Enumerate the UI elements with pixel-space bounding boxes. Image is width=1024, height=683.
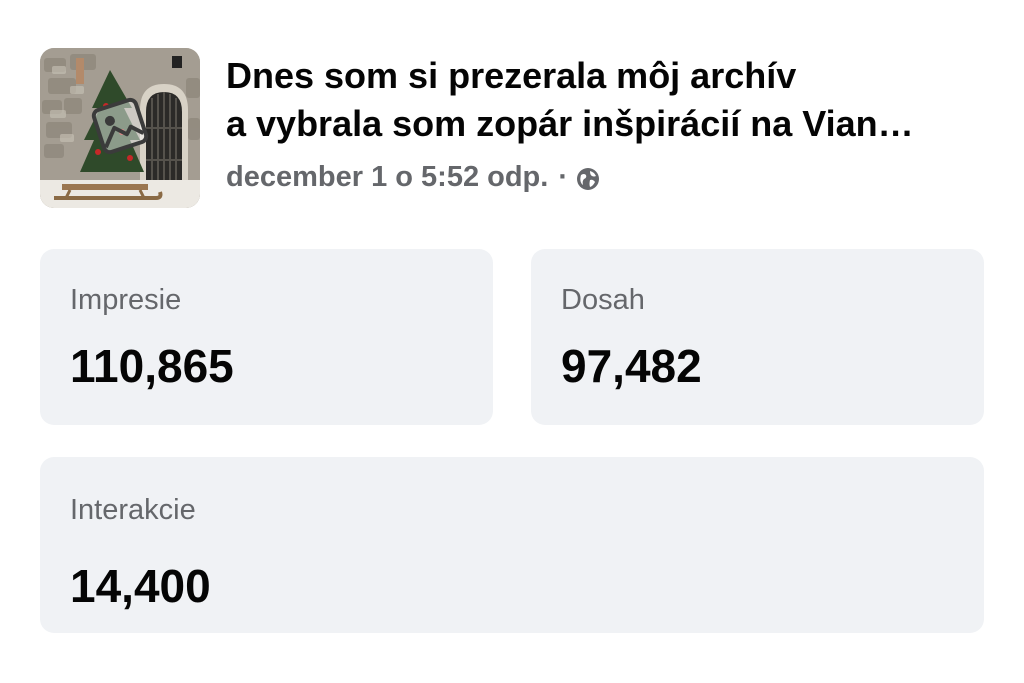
reach-value: 97,482 — [561, 340, 702, 392]
post-thumbnail[interactable] — [40, 48, 200, 208]
post-meta: december 1 o 5:52 odp. · — [226, 160, 984, 194]
post-header[interactable]: Dnes som si prezerala môj archív a vybra… — [40, 48, 984, 210]
impressions-label: Impresie — [70, 284, 182, 316]
impressions-card[interactable]: Impresie 110,865 — [40, 249, 493, 425]
impressions-value: 110,865 — [70, 340, 234, 392]
post-text: Dnes som si prezerala môj archív a vybra… — [226, 52, 984, 194]
thumbnail-image — [40, 48, 200, 208]
post-title[interactable]: Dnes som si prezerala môj archív a vybra… — [226, 52, 984, 148]
engagement-value: 14,400 — [70, 560, 211, 612]
reach-card[interactable]: Dosah 97,482 — [531, 249, 984, 425]
engagement-card[interactable]: Interakcie 14,400 — [40, 457, 984, 633]
post-timestamp[interactable]: december 1 o 5:52 odp. — [226, 160, 548, 194]
globe-icon — [576, 165, 600, 190]
engagement-label: Interakcie — [70, 494, 196, 526]
meta-separator: · — [558, 161, 568, 193]
post-title-line-2: a vybrala som zopár inšpirácií na Vian… — [226, 103, 914, 144]
post-title-line-1: Dnes som si prezerala môj archív — [226, 55, 797, 96]
reach-label: Dosah — [561, 284, 645, 316]
